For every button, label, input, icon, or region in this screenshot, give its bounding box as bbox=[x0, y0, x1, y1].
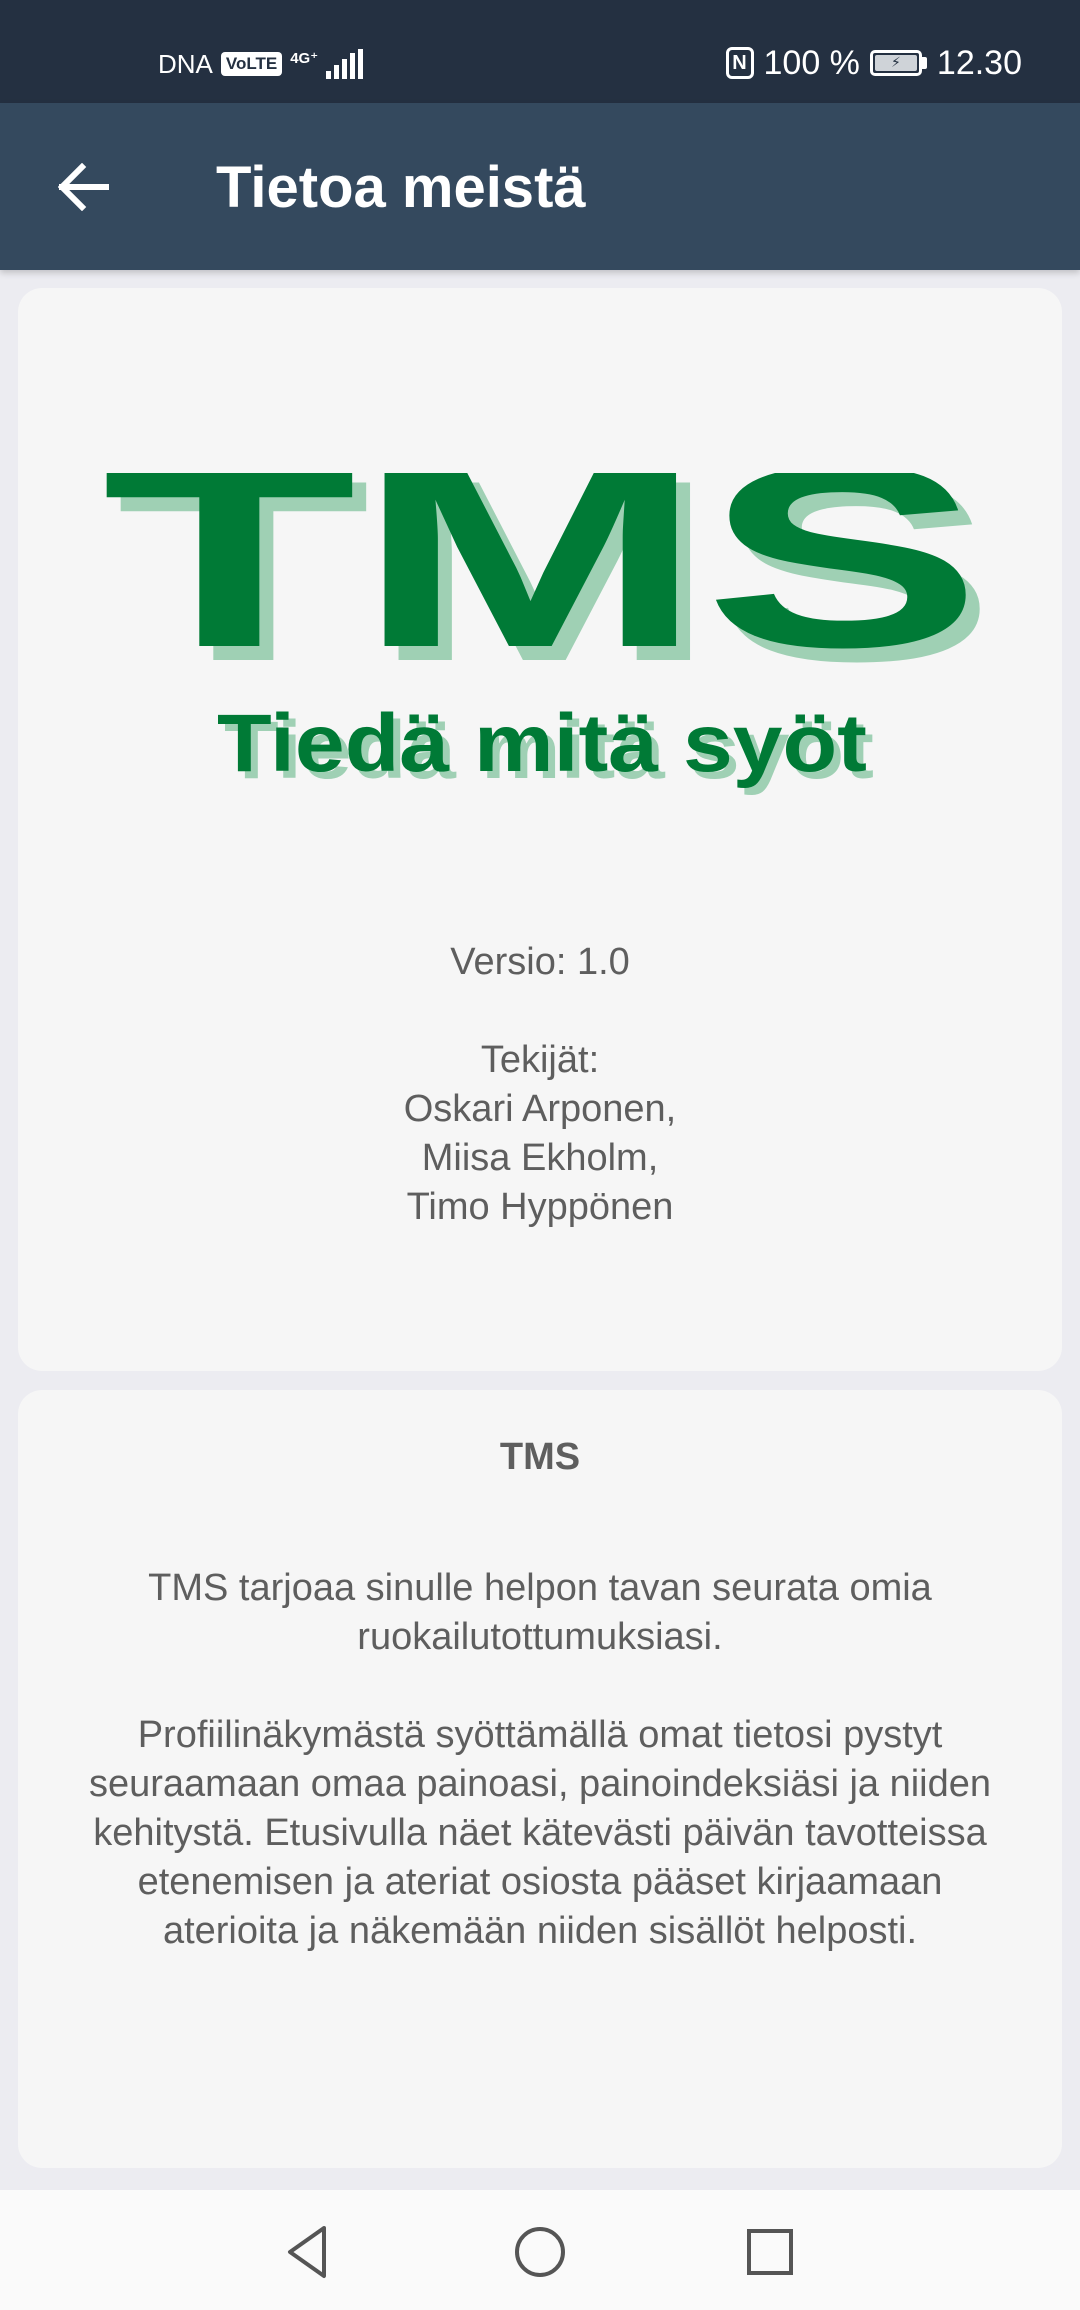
app-bar: Tietoa meistä bbox=[0, 103, 1080, 270]
triangle-back-icon bbox=[288, 2226, 326, 2278]
clock: 12.30 bbox=[936, 43, 1022, 82]
version-authors-block: Versio: 1.0 Tekijät: Oskari Arponen, Mii… bbox=[18, 938, 1062, 1232]
battery-percent: 100 % bbox=[763, 43, 860, 82]
status-right: N 100 % 12.30 bbox=[725, 40, 1022, 86]
about-paragraph: TMS tarjoaa sinulle helpon tavan seurata… bbox=[148, 1567, 932, 1658]
circle-home-icon bbox=[515, 2227, 565, 2277]
about-title: TMS bbox=[499, 1436, 581, 1478]
about-paragraph: Profiilinäkymästä syöttämällä omat tieto… bbox=[88, 1714, 992, 1952]
nav-back-button[interactable] bbox=[276, 2220, 340, 2284]
authors-label: Tekijät: bbox=[480, 1039, 600, 1081]
carrier-label: DNA bbox=[158, 48, 213, 79]
author-name: Timo Hyppönen bbox=[406, 1186, 674, 1228]
volte-badge: VoLTE bbox=[220, 52, 283, 76]
info-card: TMS TMS Tiedä mitä syöt Tiedä mitä syöt … bbox=[18, 288, 1062, 1371]
about-text: TMS tarjoaa sinulle helpon tavan seurata… bbox=[68, 1564, 1012, 2005]
page-title: Tietoa meistä bbox=[216, 155, 586, 220]
network-type-label: 4G⁺ bbox=[290, 50, 319, 67]
status-bar: DNA VoLTE 4G⁺ N 100 % 12.30 bbox=[0, 0, 1080, 103]
signal-strength-icon bbox=[326, 49, 364, 79]
status-left: DNA VoLTE 4G⁺ bbox=[158, 44, 364, 84]
battery-charging-icon bbox=[869, 50, 927, 76]
arrow-left-icon bbox=[58, 163, 109, 211]
system-nav-bar bbox=[0, 2190, 1080, 2310]
tms-logo: TMS TMS Tiedä mitä syöt Tiedä mitä syöt bbox=[102, 473, 992, 796]
logo-tagline: Tiedä mitä syöt bbox=[217, 698, 867, 789]
nav-home-button[interactable] bbox=[508, 2220, 572, 2284]
back-button[interactable] bbox=[52, 155, 116, 219]
square-recents-icon bbox=[747, 2229, 793, 2275]
author-name: Miisa Ekholm, bbox=[421, 1137, 659, 1179]
author-name: Oskari Arponen, bbox=[403, 1088, 677, 1130]
logo-main-text: TMS bbox=[102, 473, 982, 701]
nfc-icon: N bbox=[725, 47, 754, 79]
battery-level-fill bbox=[874, 55, 917, 71]
nav-recents-button[interactable] bbox=[738, 2220, 802, 2284]
about-card: TMS TMS tarjoaa sinulle helpon tavan seu… bbox=[18, 1390, 1062, 2168]
version-label: Versio: 1.0 bbox=[450, 941, 630, 983]
